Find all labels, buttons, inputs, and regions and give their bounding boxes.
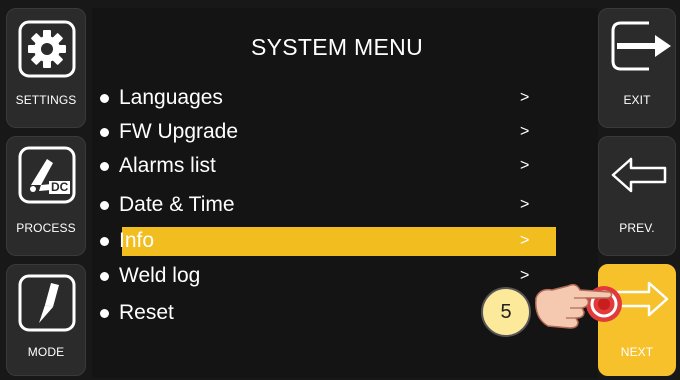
- chevron-right-icon: >: [520, 89, 530, 106]
- menu-item-label: Reset: [119, 301, 174, 324]
- menu-item-label: Date & Time: [119, 193, 235, 216]
- menu-item-label: Alarms list: [119, 154, 216, 177]
- left-arrow-icon: [609, 155, 669, 195]
- menu-item-label: FW Upgrade: [119, 120, 239, 143]
- selection-highlight: [122, 227, 556, 256]
- page-title: SYSTEM MENU: [251, 34, 423, 60]
- gear-icon: [17, 19, 77, 79]
- exit-arrow-icon: [609, 19, 673, 73]
- settings-label: SETTINGS: [15, 93, 77, 107]
- menu-item-label: Languages: [119, 86, 223, 109]
- bullet-icon: [100, 161, 109, 171]
- prev-button[interactable]: PREV.: [598, 136, 676, 256]
- bullet-icon: [100, 271, 109, 281]
- bullet-icon: [100, 200, 109, 210]
- chevron-right-icon: >: [520, 123, 530, 140]
- exit-button[interactable]: EXIT: [598, 8, 676, 128]
- chevron-right-icon: >: [520, 157, 530, 174]
- bullet-icon: [100, 308, 109, 318]
- menu-item-alarms-list[interactable]: Alarms list >: [100, 152, 560, 180]
- menu-item-fw-upgrade[interactable]: FW Upgrade >: [100, 118, 560, 146]
- chevron-right-icon: >: [520, 232, 530, 249]
- bullet-icon: [100, 93, 109, 103]
- exit-label: EXIT: [623, 93, 651, 107]
- menu-item-label: Weld log: [119, 264, 201, 287]
- chevron-right-icon: >: [520, 267, 530, 284]
- next-label: NEXT: [620, 345, 654, 359]
- process-button[interactable]: DC PROCESS: [6, 136, 86, 256]
- mode-button[interactable]: MODE: [6, 264, 86, 376]
- menu-item-weld-log[interactable]: Weld log >: [100, 262, 560, 290]
- step-number-badge: 5: [481, 287, 531, 337]
- trigger-mode-icon: [17, 273, 77, 333]
- menu-item-date-time[interactable]: Date & Time >: [100, 191, 560, 219]
- dc-badge: DC: [49, 180, 71, 194]
- process-label: PROCESS: [16, 221, 76, 235]
- torch-dc-icon: DC: [17, 145, 77, 205]
- bullet-icon: [100, 236, 109, 246]
- bullet-icon: [100, 127, 109, 137]
- menu-item-label: Info: [119, 229, 155, 252]
- device-screen: SETTINGS DC PROCESS MODE SYSTEM MENU Lan…: [0, 0, 680, 380]
- settings-button[interactable]: SETTINGS: [6, 8, 86, 128]
- prev-label: PREV.: [619, 221, 655, 235]
- menu-item-info[interactable]: Info >: [100, 227, 560, 256]
- pointing-hand-icon: [530, 272, 630, 336]
- chevron-right-icon: >: [520, 196, 530, 213]
- menu-item-languages[interactable]: Languages >: [100, 84, 560, 112]
- mode-label: MODE: [27, 345, 65, 359]
